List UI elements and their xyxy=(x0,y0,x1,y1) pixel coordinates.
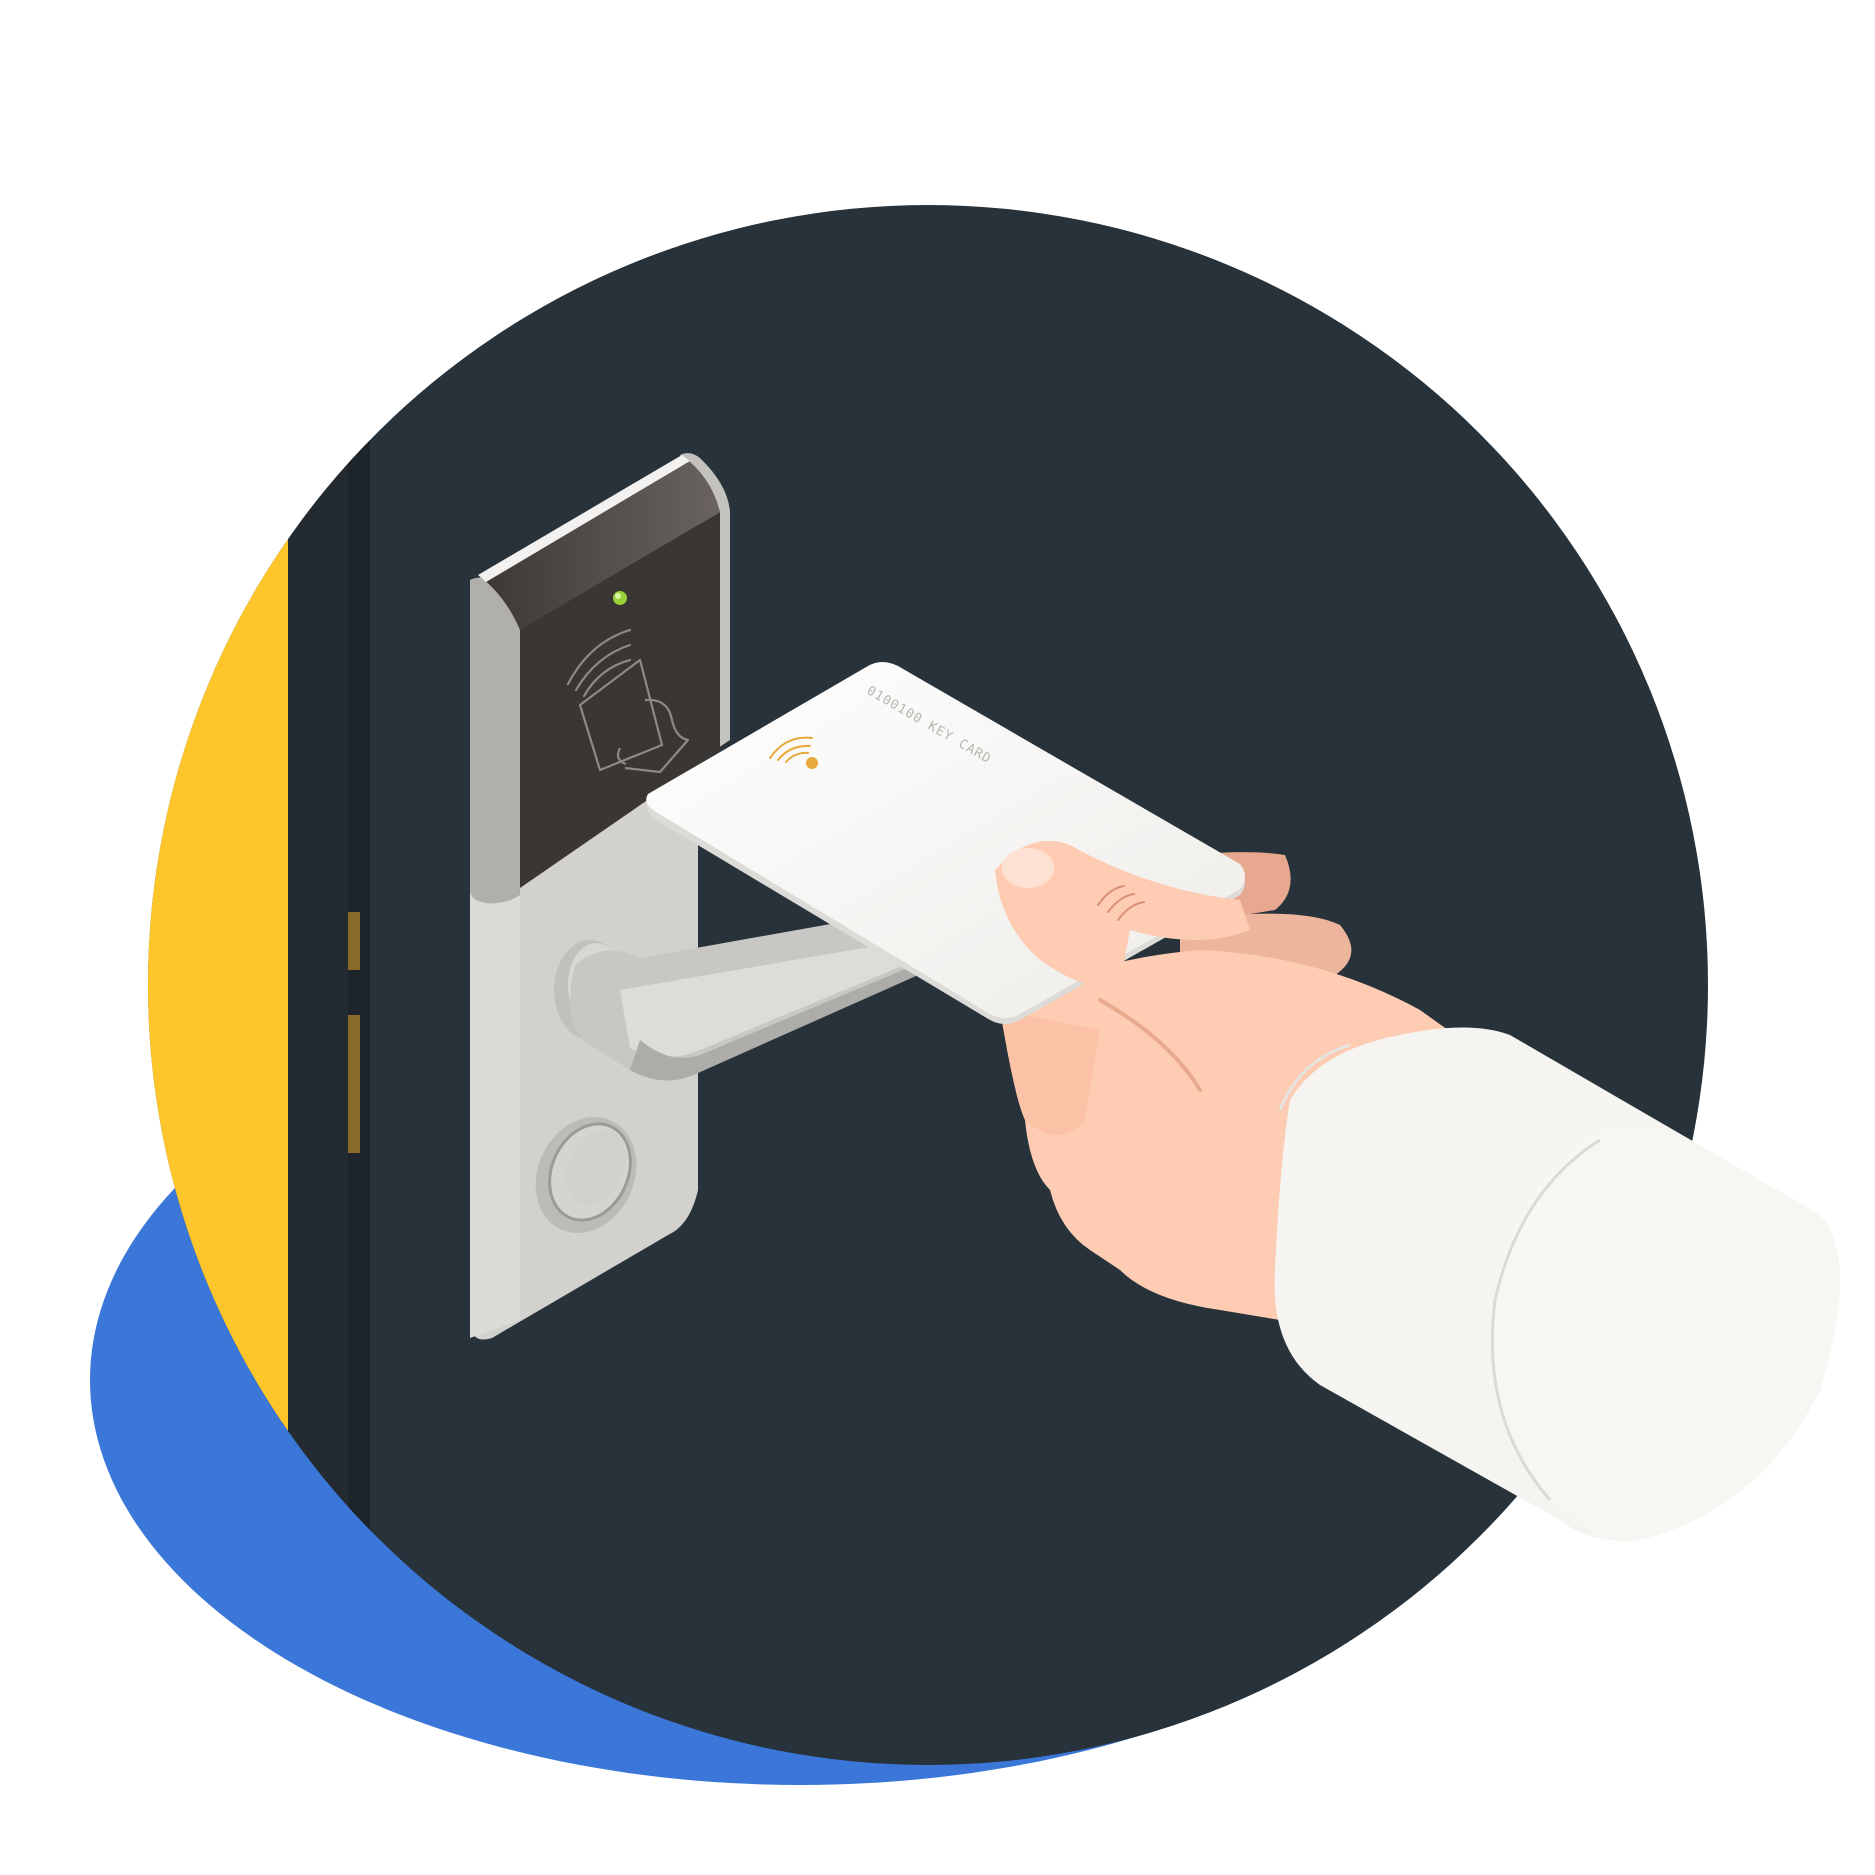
door-hinge-bottom xyxy=(348,1015,360,1153)
lock-side-rail xyxy=(470,577,520,904)
door-hinge-top xyxy=(348,912,360,970)
background-circle xyxy=(148,205,1708,1765)
keycard-lock-illustration: 0100100 KEY CARD xyxy=(90,205,1840,1785)
